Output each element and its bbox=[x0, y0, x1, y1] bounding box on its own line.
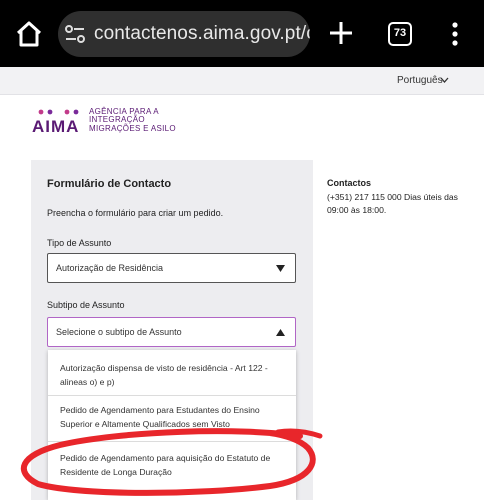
subtype-dropdown-list: Autorização dispensa de visto de residên… bbox=[48, 350, 296, 500]
subject-subtype-label: Subtipo de Assunto bbox=[47, 300, 125, 310]
browser-toolbar: contactenos.aima.gov.pt/co 73 bbox=[0, 0, 484, 67]
caret-up-icon bbox=[276, 329, 285, 336]
url-text: contactenos.aima.gov.pt/co bbox=[94, 23, 310, 44]
subject-type-label: Tipo de Assunto bbox=[47, 238, 112, 248]
subject-type-select[interactable]: Autorização de Residência bbox=[47, 253, 296, 283]
caret-down-icon bbox=[276, 265, 285, 272]
chevron-down-icon[interactable] bbox=[440, 76, 449, 84]
form-title: Formulário de Contacto bbox=[47, 178, 172, 190]
site-settings-icon[interactable] bbox=[64, 24, 86, 44]
dropdown-option[interactable]: Pedido de Agendamento para aquisição do … bbox=[48, 442, 296, 500]
language-bar: Português bbox=[0, 67, 484, 95]
new-tab-icon[interactable] bbox=[328, 20, 354, 46]
address-bar[interactable]: contactenos.aima.gov.pt/co bbox=[58, 11, 310, 57]
contacts-info: (+351) 217 115 000 Dias úteis das 09:00 … bbox=[327, 192, 458, 215]
aima-logo-mark: AIMA bbox=[32, 109, 79, 134]
subject-subtype-select[interactable]: Selecione o subtipo de Assunto bbox=[47, 317, 296, 347]
form-instructions: Preencha o formulário para criar um pedi… bbox=[47, 208, 224, 218]
aima-logo[interactable]: AIMA AGÊNCIA PARA A INTEGRAÇÃO MIGRAÇÕES… bbox=[31, 106, 181, 136]
subject-subtype-placeholder: Selecione o subtipo de Assunto bbox=[56, 327, 182, 337]
dropdown-option[interactable]: Autorização dispensa de visto de residên… bbox=[48, 350, 296, 396]
contacts-block: Contactos (+351) 217 115 000 Dias úteis … bbox=[327, 178, 477, 216]
subject-type-value: Autorização de Residência bbox=[56, 263, 164, 273]
language-selector[interactable]: Português bbox=[397, 75, 443, 86]
home-icon[interactable] bbox=[14, 19, 44, 49]
agency-name: AGÊNCIA PARA A INTEGRAÇÃO MIGRAÇÕES E AS… bbox=[89, 107, 176, 133]
aima-logo-wordmark: AIMA bbox=[32, 117, 79, 134]
dropdown-option[interactable]: Pedido de Agendamento para Estudantes do… bbox=[48, 396, 296, 442]
tab-switcher-button[interactable]: 73 bbox=[388, 22, 412, 46]
contacts-title: Contactos bbox=[327, 178, 372, 188]
overflow-menu-icon[interactable] bbox=[450, 21, 460, 47]
